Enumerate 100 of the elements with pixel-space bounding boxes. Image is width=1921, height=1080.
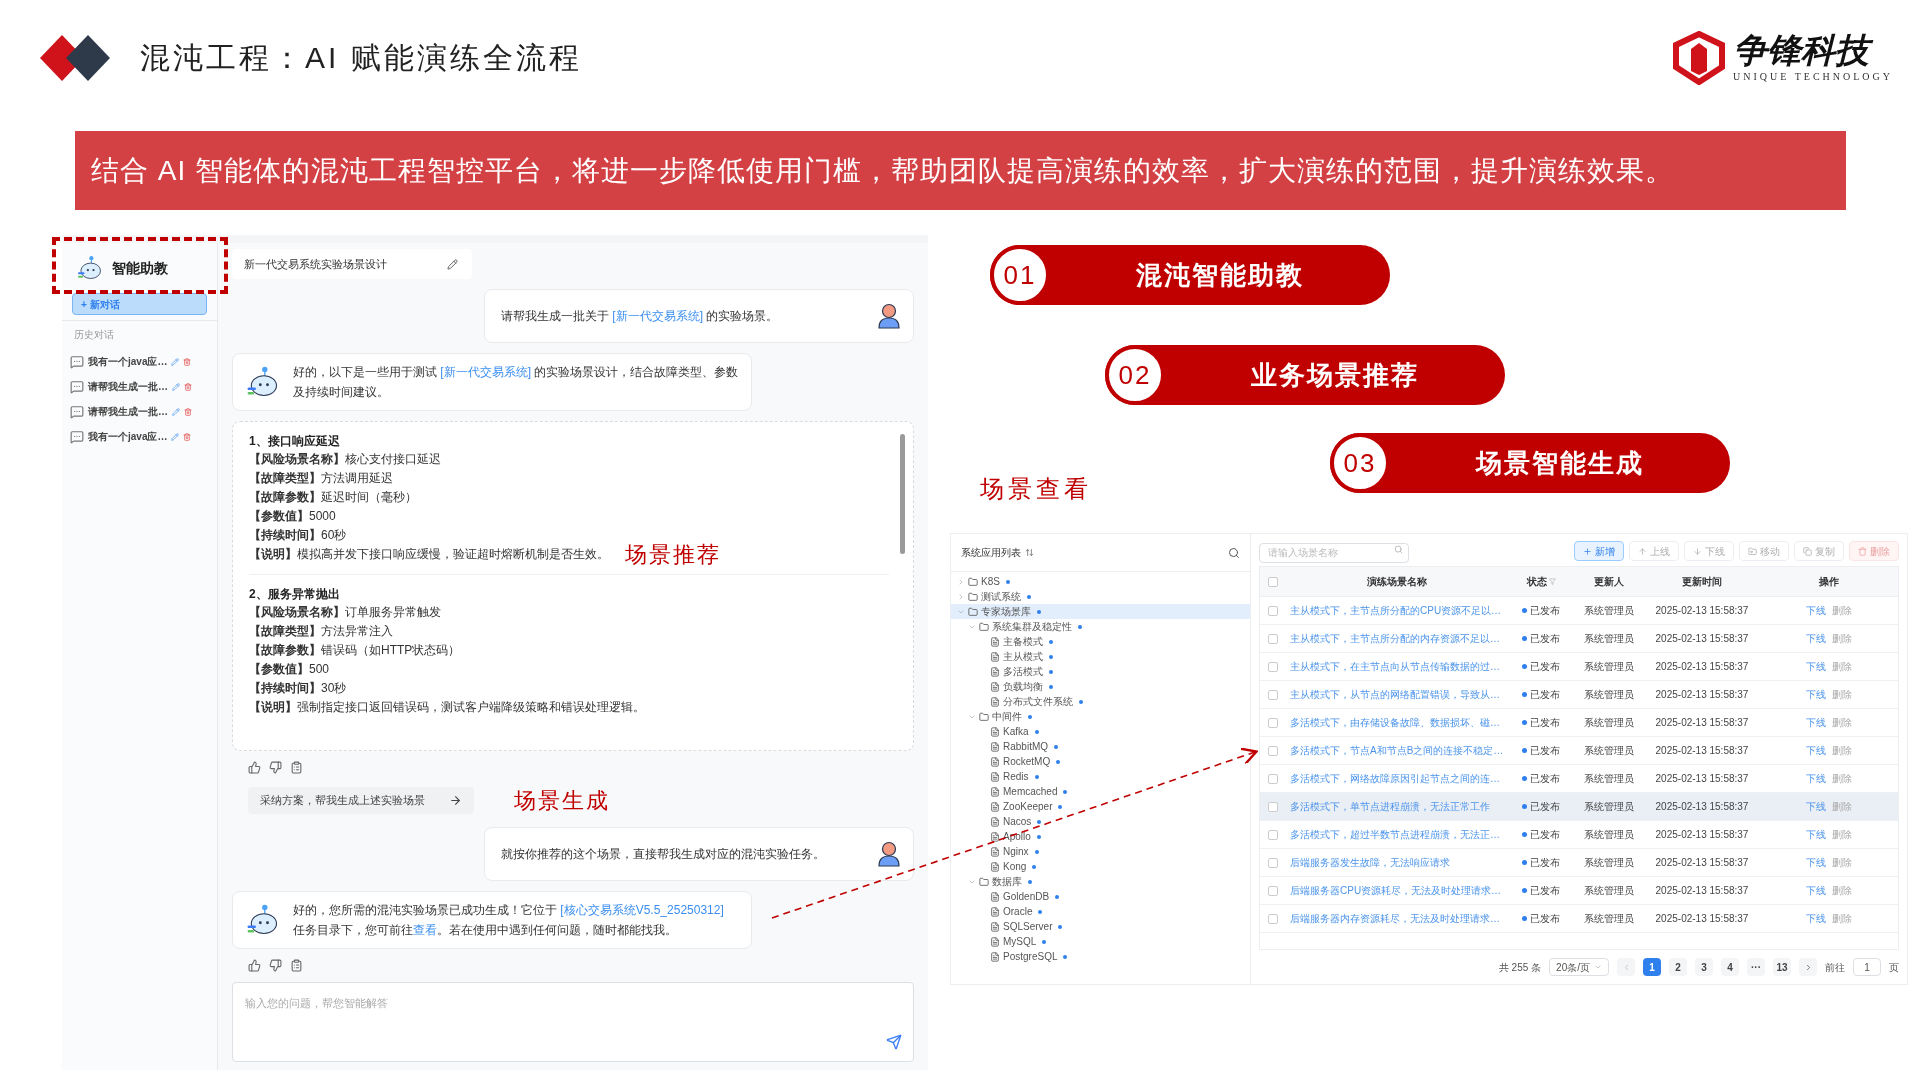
tree-item[interactable]: 主备模式 [951, 634, 1250, 649]
file-icon [990, 696, 1000, 707]
checkbox[interactable] [1268, 661, 1278, 672]
tree-item[interactable]: 分布式文件系统 [951, 694, 1250, 709]
checkbox[interactable] [1268, 857, 1278, 868]
tree-item[interactable]: Nginx [951, 844, 1250, 859]
tree-item[interactable]: 数据库 [951, 874, 1250, 889]
history-item[interactable]: 请帮我生成一批… [88, 379, 168, 394]
message-link[interactable]: [核心交易系统V5.5_25250312] [560, 903, 724, 917]
copy-icon[interactable] [290, 761, 303, 774]
folder-icon [979, 621, 989, 632]
tree-item[interactable]: RabbitMQ [951, 739, 1250, 754]
table-cell-text: 2025-02-13 15:58:37 [1655, 884, 1749, 898]
file-icon [990, 816, 1000, 827]
filter-icon[interactable] [1548, 578, 1556, 585]
edit-icon[interactable] [447, 258, 458, 270]
history-item[interactable]: 我有一个java应… [88, 429, 168, 444]
folder-icon [968, 591, 978, 602]
tree-item[interactable]: MySQL [951, 934, 1250, 949]
checkbox[interactable] [1268, 633, 1278, 644]
toolbar-button[interactable]: 新增 [1574, 541, 1624, 561]
checkbox[interactable] [1268, 773, 1278, 784]
table-cell-text: 系统管理员 [1584, 716, 1634, 730]
checkbox[interactable] [1268, 801, 1278, 812]
tree-item[interactable]: 系统集群及稳定性 [951, 619, 1250, 634]
status-text: 已发布 [1530, 912, 1560, 926]
message-link[interactable]: 查看 [413, 923, 437, 937]
thumbs-up-icon[interactable] [248, 761, 261, 774]
feature-label: 混沌智能助教 [1135, 258, 1305, 292]
checkbox[interactable] [1268, 605, 1278, 616]
thumbs-up-icon[interactable] [248, 959, 261, 972]
tree-item[interactable]: Kafka [951, 724, 1250, 739]
page-button[interactable]: 3 [1695, 958, 1713, 976]
table-row[interactable]: 多活模式下，单节点进程崩溃，无法正常工作 已发布 系统管理员 2025-02-13 15:58:37 下线 删除 [1260, 793, 1898, 821]
tree-item[interactable]: 专家场景库 [951, 604, 1250, 619]
checkbox[interactable] [1268, 829, 1278, 840]
checkbox[interactable] [1268, 745, 1278, 756]
thumbs-down-icon[interactable] [269, 959, 282, 972]
tree-item[interactable]: Oracle [951, 904, 1250, 919]
copy-icon[interactable] [290, 959, 303, 972]
message-link[interactable]: [新一代交易系统] [612, 309, 703, 323]
page-button[interactable]: 13 [1773, 958, 1791, 976]
tree-item[interactable]: Kong [951, 859, 1250, 874]
arrow-down-icon [1693, 546, 1702, 556]
table-cell-text: 2025-02-13 15:58:37 [1655, 772, 1749, 786]
checkbox[interactable] [1268, 913, 1278, 924]
checkbox[interactable] [1268, 689, 1278, 700]
message-link[interactable]: [新一代交易系统] [440, 365, 531, 379]
page-button[interactable]: 4 [1721, 958, 1739, 976]
chat-input-field[interactable]: 输入您的问题，帮您智能解答 [232, 982, 914, 1062]
goto-page-field[interactable]: 1 [1853, 958, 1881, 976]
tree-item[interactable]: RocketMQ [951, 754, 1250, 769]
scenario-field: 【持续时间】60秒 [249, 526, 347, 545]
sort-icon[interactable] [1025, 548, 1034, 557]
tree-item[interactable]: GoldenDB [951, 889, 1250, 904]
search-field[interactable]: 请输入场景名称 [1259, 542, 1409, 563]
tree-item[interactable]: 多活模式 [951, 664, 1250, 679]
annotation-label: 场景推荐 [625, 542, 721, 567]
tree-item[interactable]: Nacos [951, 814, 1250, 829]
tree-item[interactable]: PostgreSQL [951, 949, 1250, 964]
tree-item[interactable]: 负载均衡 [951, 679, 1250, 694]
next-page-button[interactable] [1799, 958, 1817, 976]
page-size-select[interactable]: 20条/页 [1549, 958, 1609, 976]
delete-icon[interactable] [184, 382, 192, 391]
previous-page-button[interactable] [1617, 958, 1635, 976]
history-item[interactable]: 我有一个java应… [88, 354, 168, 369]
checkbox[interactable] [1268, 576, 1278, 587]
delete-icon[interactable] [183, 432, 192, 441]
tree-item[interactable]: Redis [951, 769, 1250, 784]
folder-icon [968, 576, 978, 587]
suggestion-chip[interactable]: 采纳方案，帮我生成上述实验场景 [248, 787, 474, 814]
table-cell-text: 系统管理员 [1584, 632, 1634, 646]
tree-item[interactable]: ZooKeeper [951, 799, 1250, 814]
checkbox[interactable] [1268, 717, 1278, 728]
table-cell-text: 2025-02-13 15:58:37 [1655, 604, 1749, 618]
trash-icon [1858, 546, 1867, 556]
brand-tagline: UNIQUE TECHNOLOGY [1733, 70, 1893, 84]
tree-item[interactable]: K8S [951, 574, 1250, 589]
page-button[interactable]: ··· [1747, 958, 1765, 976]
tree-item[interactable]: 中间件 [951, 709, 1250, 724]
tree-item[interactable]: Memcached [951, 784, 1250, 799]
tree-item[interactable]: 测试系统 [951, 589, 1250, 604]
scenario-field: 【参数值】5000 [249, 507, 336, 526]
tree-item[interactable]: 主从模式 [951, 649, 1250, 664]
page-button[interactable]: 2 [1669, 958, 1687, 976]
edit-icon[interactable] [172, 382, 180, 391]
checkbox[interactable] [1268, 885, 1278, 896]
status-text: 已发布 [1530, 660, 1560, 674]
delete-icon[interactable] [183, 357, 192, 366]
tree-item[interactable]: SQLServer [951, 919, 1250, 934]
page-button[interactable]: 1 [1643, 958, 1661, 976]
thumbs-down-icon[interactable] [269, 761, 282, 774]
tree-item[interactable]: Apollo [951, 829, 1250, 844]
edit-icon[interactable] [171, 357, 180, 366]
history-item[interactable]: 请帮我生成一批… [88, 404, 168, 419]
search-icon[interactable] [1228, 546, 1240, 559]
edit-icon[interactable] [171, 432, 180, 441]
send-icon[interactable] [886, 1034, 902, 1050]
edit-icon[interactable] [172, 407, 180, 416]
delete-icon[interactable] [184, 407, 192, 416]
